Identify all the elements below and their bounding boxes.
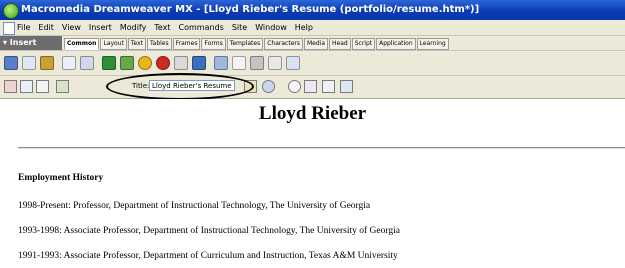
image-icon[interactable] [102,56,116,70]
tab-media[interactable]: Media [303,38,329,50]
named-anchor-icon[interactable] [40,56,54,70]
tab-common[interactable]: Common [64,38,100,50]
common-insert-toolbar [0,51,625,76]
menu-help[interactable]: Help [295,20,313,35]
employment-entry: 1991-1993: Associate Professor, Departme… [18,251,398,261]
tab-templates[interactable]: Templates [226,38,264,50]
tab-characters[interactable]: Characters [264,38,303,50]
insert-panel-toggle[interactable]: ▾ Insert [0,36,62,50]
document-design-view[interactable]: Lloyd Rieber Employment History 1998-Pre… [0,99,625,268]
reference-icon[interactable] [304,80,317,93]
comment-icon[interactable] [268,56,282,70]
code-navigation-icon[interactable] [322,80,335,93]
fireworks-html-icon[interactable] [138,56,152,70]
date-icon[interactable] [232,56,246,70]
window-title: Macromedia Dreamweaver MX - [Lloyd Riebe… [21,4,480,15]
menu-window[interactable]: Window [255,20,287,35]
design-view-icon[interactable] [36,80,49,93]
tab-tables[interactable]: Tables [146,38,172,50]
image-placeholder-icon[interactable] [120,56,134,70]
menu-bar: File Edit View Insert Modify Text Comman… [0,20,625,36]
email-link-icon[interactable] [22,56,36,70]
menu-modify[interactable]: Modify [120,20,147,35]
employment-entry: 1993-1998: Associate Professor, Departme… [18,226,400,236]
page-heading: Lloyd Rieber [258,103,367,124]
horizontal-rule-icon[interactable] [214,56,228,70]
code-view-icon[interactable] [4,80,17,93]
employment-entry: 1998-Present: Professor, Department of I… [18,201,371,211]
title-bar: Macromedia Dreamweaver MX - [Lloyd Riebe… [0,0,625,20]
tab-learning[interactable]: Learning [416,38,449,50]
tab-frames[interactable]: Frames [172,38,201,50]
menu-view[interactable]: View [62,20,81,35]
tab-text[interactable]: Text [127,38,146,50]
document-toolbar: Title: Lloyd Rieber's Resume [0,76,625,99]
hyperlink-icon[interactable] [4,56,18,70]
rollover-image-icon[interactable] [174,56,188,70]
split-view-icon[interactable] [20,80,33,93]
tab-forms[interactable]: Forms [201,38,226,50]
document-icon[interactable] [3,22,15,35]
tab-layout[interactable]: Layout [100,38,127,50]
view-options-icon[interactable] [340,80,353,93]
flash-icon[interactable] [156,56,170,70]
navigation-bar-icon[interactable] [192,56,206,70]
table-icon[interactable] [62,56,76,70]
menu-text[interactable]: Text [154,20,170,35]
tab-script[interactable]: Script [351,38,376,50]
menu-commands[interactable]: Commands [179,20,224,35]
tag-chooser-icon[interactable] [286,56,300,70]
layer-icon[interactable] [80,56,94,70]
menu-site[interactable]: Site [232,20,247,35]
tab-application[interactable]: Application [376,38,416,50]
horizontal-rule [18,147,625,149]
section-title: Employment History [18,173,104,183]
insert-bar: ▾ Insert Common Layout Text Tables Frame… [0,36,625,51]
live-data-icon[interactable] [56,80,69,93]
menu-insert[interactable]: Insert [89,20,112,35]
tabular-data-icon[interactable] [250,56,264,70]
refresh-icon[interactable] [288,80,301,93]
menu-file[interactable]: File [17,20,30,35]
menu-edit[interactable]: Edit [38,20,54,35]
tab-head[interactable]: Head [329,38,351,50]
preview-in-browser-icon[interactable] [262,80,275,93]
dreamweaver-app-icon [3,3,19,19]
title-highlight-ellipse [106,73,254,100]
